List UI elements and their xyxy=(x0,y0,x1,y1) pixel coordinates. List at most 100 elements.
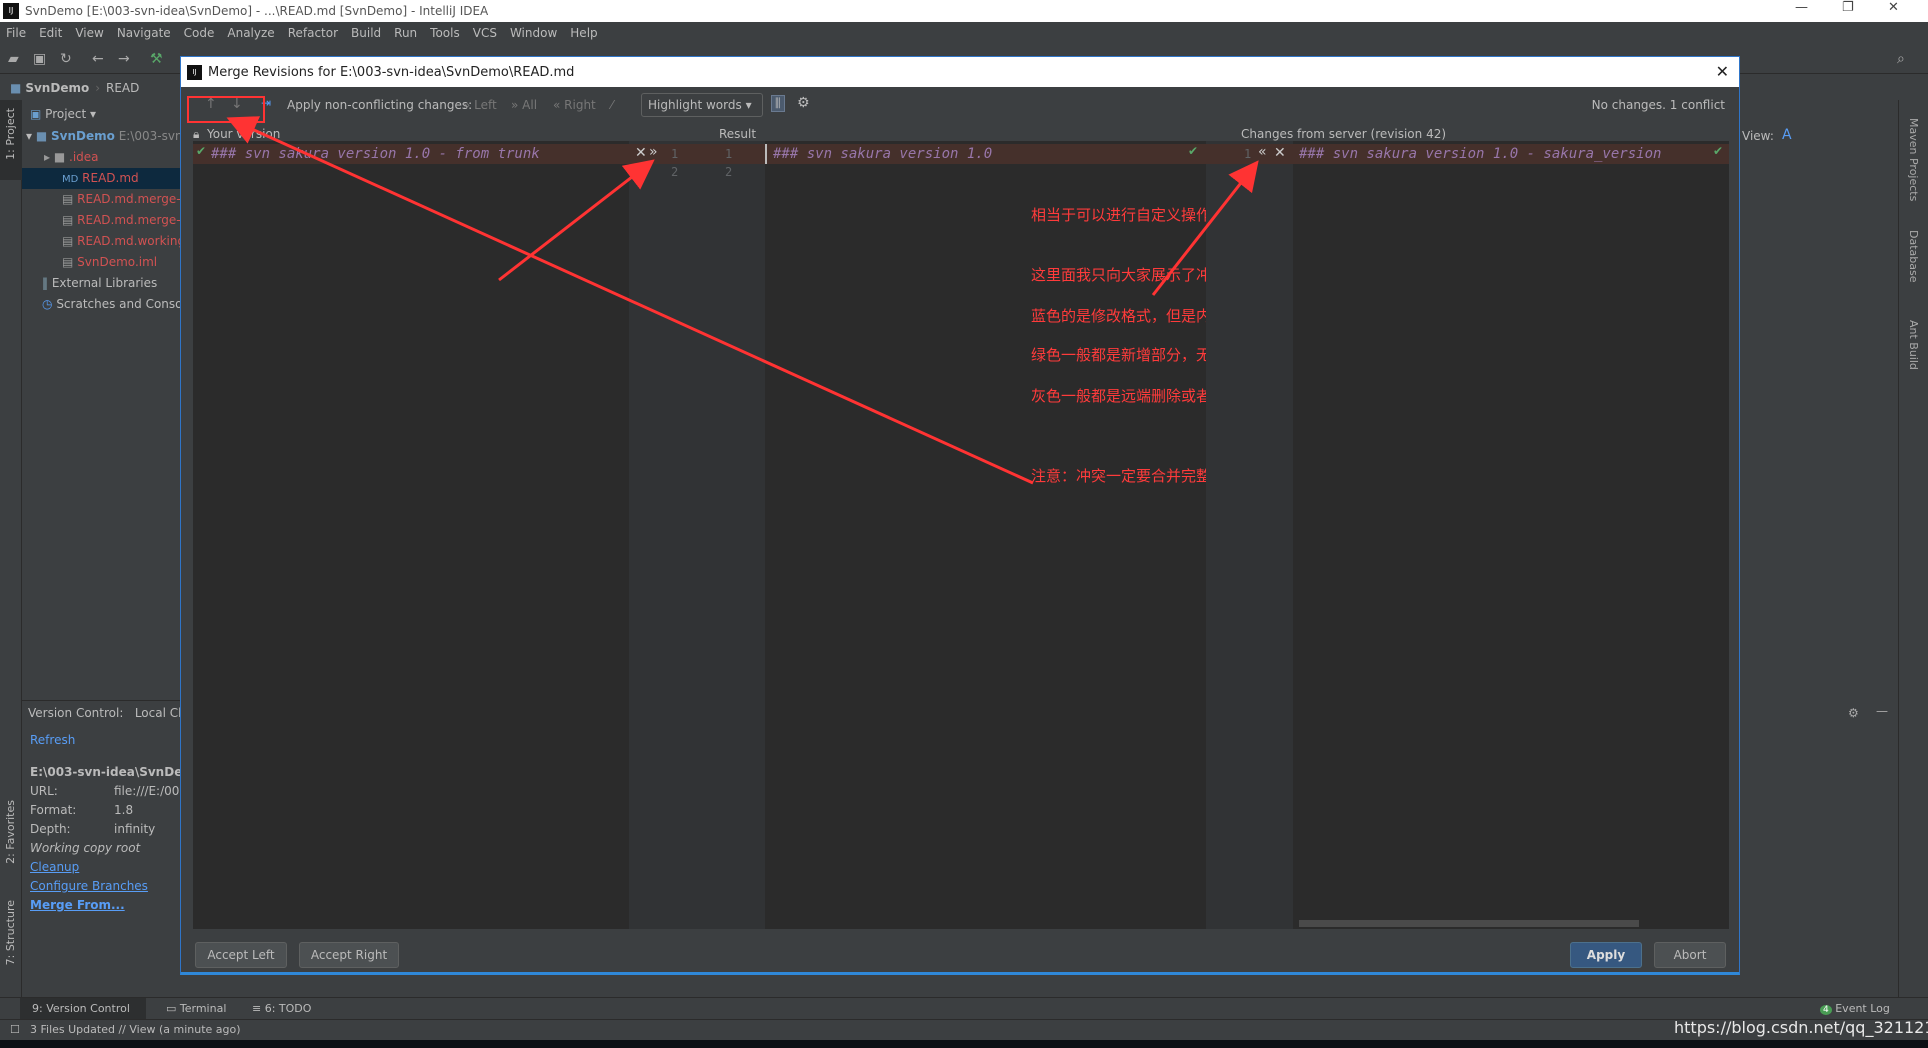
close-window-button[interactable]: ✕ xyxy=(1888,0,1899,15)
menu-window[interactable]: Window xyxy=(510,26,557,40)
tool-favorites[interactable]: 2: Favorites xyxy=(4,800,17,864)
search-icon[interactable]: ⌕ xyxy=(1897,51,1905,67)
menu-file[interactable]: File xyxy=(6,26,26,40)
menu-view[interactable]: View xyxy=(75,26,103,40)
tree-item-merge-2[interactable]: ▤ READ.md.merge- xyxy=(22,210,180,231)
breadcrumb-file[interactable]: READ xyxy=(106,81,139,95)
tool-maven[interactable]: Maven Projects xyxy=(1907,118,1920,201)
reject-right-icon[interactable]: ✕ xyxy=(1274,145,1286,161)
menu-run[interactable]: Run xyxy=(394,26,417,40)
hide-panel-icon[interactable]: — xyxy=(1876,704,1888,718)
highlight-words-dropdown[interactable]: Highlight words ▾ xyxy=(641,93,763,117)
tree-item-merge-1[interactable]: ▤ READ.md.merge- xyxy=(22,189,180,210)
tree-item-idea[interactable]: ▸ ■ .idea xyxy=(22,147,180,168)
tool-structure[interactable]: 7: Structure xyxy=(4,900,17,965)
depth-label: Depth: xyxy=(30,822,71,836)
forward-icon[interactable]: → xyxy=(118,51,130,67)
restore-button[interactable]: ❐ xyxy=(1842,0,1854,15)
tree-item-scratches[interactable]: ◷ Scratches and Consoles xyxy=(22,294,180,315)
window-title-bar: IJ SvnDemo [E:\003-svn-idea\SvnDemo] - .… xyxy=(0,0,1928,22)
window-title: SvnDemo [E:\003-svn-idea\SvnDemo] - ...\… xyxy=(25,4,489,18)
dialog-title: Merge Revisions for E:\003-svn-idea\SvnD… xyxy=(208,64,575,80)
refresh-link[interactable]: Refresh xyxy=(30,733,75,747)
apply-button[interactable]: Apply xyxy=(1570,942,1642,968)
left-conflict-line[interactable]: ### svn sakura version 1.0 - from trunk xyxy=(193,144,629,164)
abort-button[interactable]: Abort xyxy=(1654,942,1726,968)
tool-version-control[interactable]: 9: Version Control xyxy=(20,998,146,1019)
tool-ant[interactable]: Ant Build xyxy=(1907,320,1920,370)
menu-code[interactable]: Code xyxy=(184,26,215,40)
apply-right-button[interactable]: « Right xyxy=(553,98,596,112)
checkmark-icon[interactable]: ✔ xyxy=(1713,144,1723,158)
menu-navigate[interactable]: Navigate xyxy=(117,26,171,40)
collapse-icon[interactable]: ⇥ xyxy=(261,96,271,110)
checkmark-icon[interactable]: ✔ xyxy=(1188,144,1198,158)
lock-icon: 🔒︎ xyxy=(193,127,200,141)
format-label: Format: xyxy=(30,803,77,817)
project-view-icon: ▣ xyxy=(30,107,42,121)
menu-build[interactable]: Build xyxy=(351,26,381,40)
checkmark-icon[interactable]: ✔ xyxy=(196,144,206,158)
left-editor-pane[interactable]: ### svn sakura version 1.0 - from trunk … xyxy=(193,141,629,929)
cleanup-link[interactable]: Cleanup xyxy=(30,860,79,874)
tree-item-svndemo[interactable]: ▾ ■ SvnDemo E:\003-svn-idea xyxy=(22,126,180,147)
watermark: https://blog.csdn.net/qq_32112175 xyxy=(1674,1018,1928,1037)
back-icon[interactable]: ← xyxy=(92,51,104,67)
event-log[interactable]: 4 Event Log xyxy=(1820,1002,1890,1015)
status-message[interactable]: 3 Files Updated // View (a minute ago) xyxy=(30,1023,241,1036)
sync-icon[interactable]: ↻ xyxy=(60,51,72,67)
menu-vcs[interactable]: VCS xyxy=(473,26,497,40)
settings-gear-icon[interactable]: ⚙ xyxy=(1848,706,1859,720)
tool-database[interactable]: Database xyxy=(1907,230,1920,283)
previous-change-icon[interactable]: ↑ xyxy=(205,96,217,112)
line-number: 1 xyxy=(671,147,679,161)
result-conflict-line[interactable]: ### svn sakura version 1.0 xyxy=(765,144,1206,164)
sync-scroll-toggle-icon[interactable]: ⫼ xyxy=(771,95,785,112)
dialog-title-bar: IJ Merge Revisions for E:\003-svn-idea\S… xyxy=(181,57,1739,87)
magic-resolve-icon[interactable]: ⁄ xyxy=(611,98,613,112)
menu-edit[interactable]: Edit xyxy=(39,26,62,40)
horizontal-scrollbar[interactable] xyxy=(1299,920,1639,927)
merge-from-link[interactable]: Merge From... xyxy=(30,898,125,912)
configure-branches-link[interactable]: Configure Branches xyxy=(30,879,148,893)
right-conflict-line[interactable]: ### svn sakura version 1.0 - sakura_vers… xyxy=(1293,144,1729,164)
dialog-close-button[interactable]: ✕ xyxy=(1716,62,1729,81)
settings-gear-icon[interactable]: ⚙ xyxy=(797,95,810,111)
next-change-icon[interactable]: ↓ xyxy=(231,96,243,112)
tree-item-iml[interactable]: ▤ SvnDemo.iml xyxy=(22,252,180,273)
result-editor-pane[interactable]: ### svn sakura version 1.0 ✔ 相当于可以进行自定义操… xyxy=(765,141,1486,929)
line-number: 2 xyxy=(671,165,679,179)
tool-todo[interactable]: ≡ 6: TODO xyxy=(252,1002,311,1015)
tree-item-external-libraries[interactable]: ‖ External Libraries xyxy=(22,273,180,294)
save-icon[interactable]: ▣ xyxy=(33,51,46,67)
accept-left-button[interactable]: Accept Left xyxy=(195,942,287,968)
tool-project[interactable]: 1: Project xyxy=(4,108,17,160)
apply-left-button[interactable]: » Left xyxy=(463,98,497,112)
tool-terminal[interactable]: ▭ Terminal xyxy=(166,1002,226,1015)
right-editor-pane[interactable]: ### svn sakura version 1.0 - sakura_vers… xyxy=(1293,141,1729,929)
intellij-logo-icon: IJ xyxy=(3,3,19,19)
menu-refactor[interactable]: Refactor xyxy=(288,26,338,40)
apply-all-button[interactable]: » All xyxy=(511,98,537,112)
build-hammer-icon[interactable]: ⚒ xyxy=(150,51,163,67)
status-toggle-icon[interactable]: ☐ xyxy=(10,1023,20,1036)
minimize-button[interactable]: — xyxy=(1795,0,1808,15)
left-tool-strip: 1: Project 2: Favorites 7: Structure xyxy=(0,100,22,1000)
accept-right-button[interactable]: Accept Right xyxy=(299,942,399,968)
open-folder-icon[interactable]: ▰ xyxy=(8,51,19,67)
editor-background-right: View: A xyxy=(1740,100,1898,700)
tree-item-read-md[interactable]: MD READ.md xyxy=(22,168,180,189)
accept-left-arrow-icon[interactable]: » xyxy=(649,144,658,160)
menu-tools[interactable]: Tools xyxy=(430,26,460,40)
breadcrumb-project[interactable]: SvnDemo xyxy=(25,81,89,95)
reject-left-icon[interactable]: ✕ xyxy=(635,145,647,161)
menu-help[interactable]: Help xyxy=(570,26,597,40)
accept-right-arrow-icon[interactable]: « xyxy=(1258,144,1267,160)
project-view-selector[interactable]: ▣ Project ▾ xyxy=(30,103,96,125)
tree-item-working[interactable]: ▤ READ.md.working xyxy=(22,231,180,252)
project-header: Project xyxy=(45,107,87,121)
depth-value: infinity xyxy=(114,822,156,836)
merge-toolbar: ↑ ↓ ⇥ Apply non-conflicting changes: » L… xyxy=(181,87,1739,123)
view-a-icon[interactable]: A xyxy=(1782,127,1792,143)
menu-analyze[interactable]: Analyze xyxy=(227,26,274,40)
